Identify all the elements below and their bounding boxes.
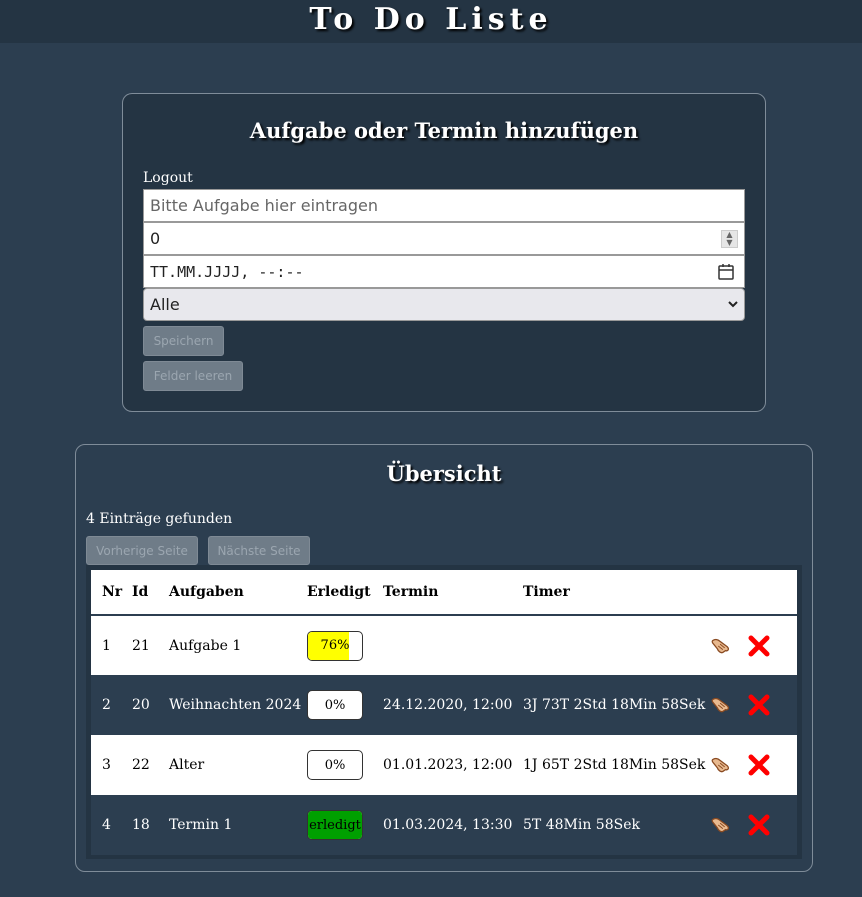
cell-timer: 5T 48Min 58Sek [522, 795, 709, 855]
category-select[interactable]: Alle [143, 288, 745, 321]
cell-id: 20 [131, 675, 168, 735]
cell-id: 18 [131, 795, 168, 855]
task-input[interactable]: Bitte Aufgabe hier eintragen [143, 189, 745, 222]
task-table: Nr Id Aufgaben Erledigt Termin Timer 1 2… [91, 570, 797, 855]
column-header-tasks: Aufgaben [168, 570, 306, 615]
cell-task: Aufgabe 1 [168, 615, 306, 675]
cell-timer: 3J 73T 2Std 18Min 58Sek [522, 675, 709, 735]
datetime-placeholder: TT.MM.JJJJ, --:-- [150, 262, 304, 281]
category-select-value: Alle [150, 295, 180, 314]
number-input[interactable]: 0 ▲ ▼ [143, 222, 745, 255]
column-header-date: Termin [382, 570, 522, 615]
clear-fields-button[interactable]: Felder leeren [143, 361, 243, 391]
cell-date: 24.12.2020, 12:00 [382, 675, 522, 735]
table-row: 2 20 Weihnachten 2024 0% 24.12.2020, 12:… [91, 675, 797, 735]
red-x-icon[interactable] [748, 635, 770, 657]
previous-page-button[interactable]: Vorherige Seite [86, 536, 198, 565]
number-input-value: 0 [150, 229, 161, 248]
cell-nr: 3 [91, 735, 131, 795]
cell-date: 01.03.2024, 13:30 [382, 795, 522, 855]
progress-indicator[interactable]: erledigt [307, 810, 363, 840]
cell-task: Termin 1 [168, 795, 306, 855]
column-header-done: Erledigt [306, 570, 382, 615]
cell-nr: 4 [91, 795, 131, 855]
cell-timer [522, 615, 709, 675]
table-row: 1 21 Aufgabe 1 76% [91, 615, 797, 675]
column-header-nr: Nr [91, 570, 131, 615]
datetime-input[interactable]: TT.MM.JJJJ, --:-- [143, 255, 745, 288]
logout-link[interactable]: Logout [143, 170, 193, 186]
progress-indicator[interactable]: 0% [307, 750, 363, 780]
next-page-button[interactable]: Nächste Seite [208, 536, 310, 565]
cell-id: 21 [131, 615, 168, 675]
overview-title: Übersicht [386, 461, 502, 486]
column-header-actions [709, 570, 797, 615]
column-header-timer: Timer [522, 570, 709, 615]
progress-indicator[interactable]: 76% [307, 630, 363, 661]
cell-timer: 1J 65T 2Std 18Min 58Sek [522, 735, 709, 795]
hand-pointing-icon[interactable] [710, 694, 732, 716]
save-button[interactable]: Speichern [143, 326, 224, 356]
top-bar: To Do Liste [0, 0, 862, 43]
overview-card: Übersicht 4 Einträge gefunden Vorherige … [75, 444, 813, 872]
cell-date [382, 615, 522, 675]
red-x-icon[interactable] [748, 694, 770, 716]
table-row: 3 22 Alter 0% 01.01.2023, 12:00 1J 65T 2… [91, 735, 797, 795]
cell-id: 22 [131, 735, 168, 795]
calendar-icon[interactable] [718, 263, 734, 280]
column-header-id: Id [131, 570, 168, 615]
hand-pointing-icon[interactable] [710, 754, 732, 776]
hand-pointing-icon[interactable] [710, 814, 732, 836]
cell-nr: 2 [91, 675, 131, 735]
chevron-down-icon [728, 301, 738, 308]
task-table-wrapper: Nr Id Aufgaben Erledigt Termin Timer 1 2… [86, 565, 802, 859]
cell-task: Alter [168, 735, 306, 795]
add-card-title: Aufgabe oder Termin hinzufügen [249, 118, 639, 143]
progress-indicator[interactable]: 0% [307, 690, 363, 720]
app-title: To Do Liste [309, 2, 553, 37]
red-x-icon[interactable] [748, 814, 770, 836]
cell-nr: 1 [91, 615, 131, 675]
cell-task: Weihnachten 2024 [168, 675, 306, 735]
add-task-card: Aufgabe oder Termin hinzufügen Logout Bi… [122, 93, 766, 412]
hand-pointing-icon[interactable] [710, 635, 732, 657]
red-x-icon[interactable] [748, 754, 770, 776]
number-spinner[interactable]: ▲ ▼ [721, 230, 738, 248]
entry-count: 4 Einträge gefunden [86, 511, 233, 527]
cell-date: 01.01.2023, 12:00 [382, 735, 522, 795]
table-row: 4 18 Termin 1 erledigt 01.03.2024, 13:30… [91, 795, 797, 855]
